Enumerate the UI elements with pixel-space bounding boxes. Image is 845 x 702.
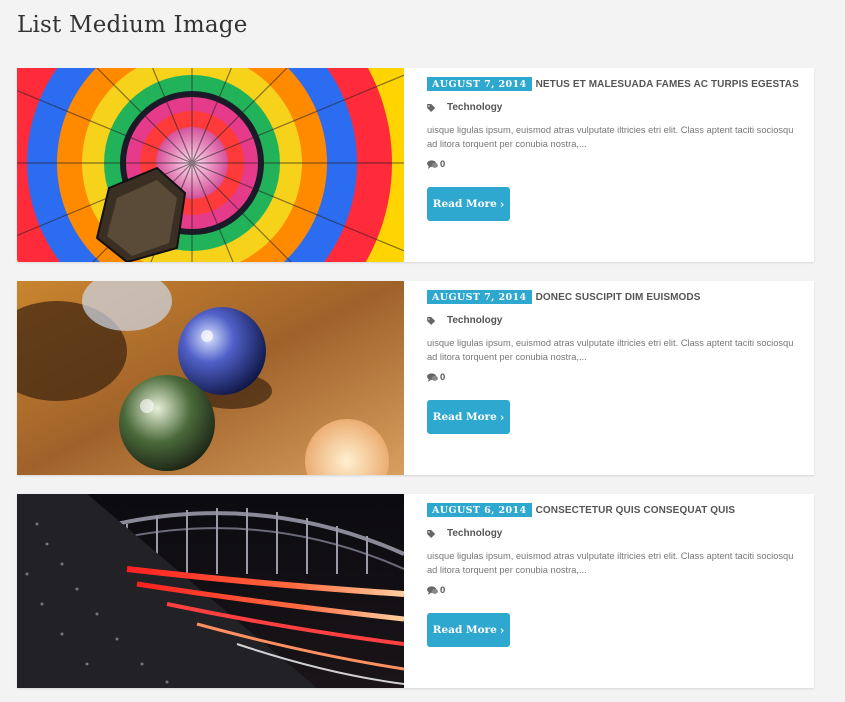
date-badge[interactable]: AUGUST 6, 2014 — [427, 503, 532, 517]
comment-count[interactable]: 0 — [427, 159, 445, 170]
read-more-button[interactable]: Read More › — [427, 613, 510, 647]
chevron-right-icon: › — [499, 410, 505, 424]
date-badge[interactable]: AUGUST 7, 2014 — [427, 290, 532, 304]
read-more-button[interactable]: Read More › — [427, 400, 510, 434]
tag-icon — [427, 529, 436, 538]
post-excerpt: uisque ligulas ipsum, euismod atras vulp… — [427, 551, 794, 575]
post-header: AUGUST 6, 2014 CONSECTETUR QUIS CONSEQUAT… — [427, 503, 735, 517]
page-title: List Medium Image — [17, 12, 248, 38]
post-title[interactable]: DONEC SUSCIPIT DIM EUISMODS — [536, 292, 701, 303]
category-link[interactable]: Technology — [447, 102, 502, 113]
chevron-right-icon: › — [499, 623, 505, 637]
post-card: AUGUST 6, 2014 CONSECTETUR QUIS CONSEQUAT… — [17, 494, 814, 688]
bridge-image — [17, 494, 404, 688]
post-body: AUGUST 6, 2014 CONSECTETUR QUIS CONSEQUAT… — [427, 494, 797, 688]
post-header: AUGUST 7, 2014 NETUS ET MALESUADA FAMES A… — [427, 77, 799, 91]
post-category: Technology — [427, 315, 502, 326]
post-header: AUGUST 7, 2014 DONEC SUSCIPIT DIM EUISMOD… — [427, 290, 701, 304]
comment-count[interactable]: 0 — [427, 585, 445, 596]
tag-icon — [427, 103, 436, 112]
category-link[interactable]: Technology — [447, 315, 502, 326]
post-body: AUGUST 7, 2014 NETUS ET MALESUADA FAMES A… — [427, 68, 799, 262]
category-link[interactable]: Technology — [447, 528, 502, 539]
post-card: AUGUST 7, 2014 DONEC SUSCIPIT DIM EUISMOD… — [17, 281, 814, 475]
post-excerpt: uisque ligulas ipsum, euismod atras vulp… — [427, 125, 794, 149]
comment-icon — [427, 373, 438, 382]
post-body: AUGUST 7, 2014 DONEC SUSCIPIT DIM EUISMOD… — [427, 281, 797, 475]
post-excerpt: uisque ligulas ipsum, euismod atras vulp… — [427, 338, 794, 362]
post-card: AUGUST 7, 2014 NETUS ET MALESUADA FAMES A… — [17, 68, 814, 262]
comment-icon — [427, 586, 438, 595]
balloon-image — [17, 68, 404, 262]
post-category: Technology — [427, 102, 502, 113]
post-category: Technology — [427, 528, 502, 539]
post-title[interactable]: NETUS ET MALESUADA FAMES AC TURPIS EGEST… — [536, 79, 799, 90]
chevron-right-icon: › — [499, 197, 505, 211]
post-title[interactable]: CONSECTETUR QUIS CONSEQUAT QUIS — [536, 505, 736, 516]
comment-count[interactable]: 0 — [427, 372, 445, 383]
read-more-button[interactable]: Read More › — [427, 187, 510, 221]
post-image-bridge[interactable] — [17, 494, 404, 688]
post-image-balloon[interactable] — [17, 68, 404, 262]
post-image-marbles[interactable] — [17, 281, 404, 475]
date-badge[interactable]: AUGUST 7, 2014 — [427, 77, 532, 91]
comment-icon — [427, 160, 438, 169]
marbles-image — [17, 281, 404, 475]
tag-icon — [427, 316, 436, 325]
